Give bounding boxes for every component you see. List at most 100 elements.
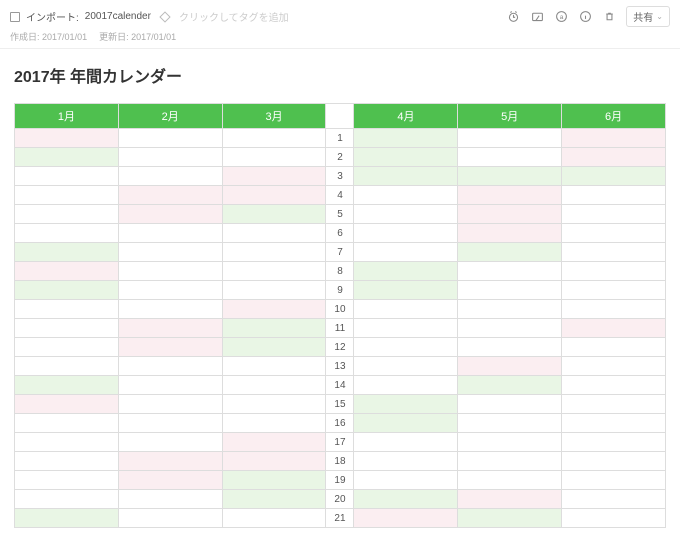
calendar-cell[interactable] xyxy=(15,376,119,395)
calendar-cell[interactable] xyxy=(222,376,326,395)
calendar-cell[interactable] xyxy=(15,262,119,281)
calendar-cell[interactable] xyxy=(458,452,562,471)
calendar-cell[interactable] xyxy=(15,357,119,376)
calendar-cell[interactable] xyxy=(562,205,666,224)
reminder-icon[interactable] xyxy=(506,10,520,24)
calendar-cell[interactable] xyxy=(562,262,666,281)
calendar-cell[interactable] xyxy=(118,490,222,509)
calendar-cell[interactable] xyxy=(222,129,326,148)
calendar-cell[interactable] xyxy=(354,376,458,395)
trash-icon[interactable] xyxy=(602,10,616,24)
present-icon[interactable] xyxy=(530,10,544,24)
calendar-cell[interactable] xyxy=(15,224,119,243)
calendar-cell[interactable] xyxy=(458,395,562,414)
calendar-cell[interactable] xyxy=(15,338,119,357)
calendar-cell[interactable] xyxy=(354,186,458,205)
calendar-cell[interactable] xyxy=(562,129,666,148)
calendar-cell[interactable] xyxy=(15,281,119,300)
calendar-cell[interactable] xyxy=(15,490,119,509)
calendar-cell[interactable] xyxy=(354,509,458,528)
calendar-cell[interactable] xyxy=(222,262,326,281)
calendar-cell[interactable] xyxy=(118,224,222,243)
calendar-cell[interactable] xyxy=(222,338,326,357)
calendar-cell[interactable] xyxy=(118,414,222,433)
calendar-cell[interactable] xyxy=(118,148,222,167)
calendar-cell[interactable] xyxy=(118,376,222,395)
calendar-cell[interactable] xyxy=(354,262,458,281)
calendar-cell[interactable] xyxy=(15,129,119,148)
calendar-cell[interactable] xyxy=(15,414,119,433)
calendar-cell[interactable] xyxy=(222,205,326,224)
calendar-cell[interactable] xyxy=(118,243,222,262)
calendar-cell[interactable] xyxy=(458,281,562,300)
calendar-cell[interactable] xyxy=(458,243,562,262)
calendar-cell[interactable] xyxy=(354,243,458,262)
calendar-cell[interactable] xyxy=(15,319,119,338)
calendar-cell[interactable] xyxy=(354,167,458,186)
calendar-cell[interactable] xyxy=(222,471,326,490)
calendar-cell[interactable] xyxy=(562,452,666,471)
calendar-cell[interactable] xyxy=(118,452,222,471)
annotate-icon[interactable]: a xyxy=(554,10,568,24)
calendar-cell[interactable] xyxy=(458,129,562,148)
calendar-cell[interactable] xyxy=(15,243,119,262)
calendar-cell[interactable] xyxy=(458,319,562,338)
calendar-cell[interactable] xyxy=(118,167,222,186)
calendar-cell[interactable] xyxy=(458,167,562,186)
calendar-cell[interactable] xyxy=(562,414,666,433)
calendar-cell[interactable] xyxy=(354,395,458,414)
calendar-cell[interactable] xyxy=(354,281,458,300)
calendar-cell[interactable] xyxy=(354,224,458,243)
calendar-cell[interactable] xyxy=(458,300,562,319)
calendar-cell[interactable] xyxy=(118,357,222,376)
calendar-cell[interactable] xyxy=(222,167,326,186)
calendar-cell[interactable] xyxy=(562,224,666,243)
calendar-cell[interactable] xyxy=(222,300,326,319)
calendar-cell[interactable] xyxy=(458,509,562,528)
tag-hint[interactable]: クリックしてタグを追加 xyxy=(179,9,289,24)
calendar-cell[interactable] xyxy=(118,129,222,148)
calendar-cell[interactable] xyxy=(562,471,666,490)
calendar-cell[interactable] xyxy=(354,452,458,471)
calendar-cell[interactable] xyxy=(222,281,326,300)
calendar-cell[interactable] xyxy=(458,338,562,357)
calendar-cell[interactable] xyxy=(118,338,222,357)
calendar-cell[interactable] xyxy=(222,357,326,376)
calendar-cell[interactable] xyxy=(15,471,119,490)
calendar-cell[interactable] xyxy=(458,186,562,205)
calendar-cell[interactable] xyxy=(354,319,458,338)
calendar-cell[interactable] xyxy=(562,433,666,452)
calendar-cell[interactable] xyxy=(15,186,119,205)
calendar-cell[interactable] xyxy=(15,452,119,471)
calendar-cell[interactable] xyxy=(15,167,119,186)
calendar-cell[interactable] xyxy=(562,490,666,509)
info-icon[interactable] xyxy=(578,10,592,24)
calendar-cell[interactable] xyxy=(458,148,562,167)
calendar-cell[interactable] xyxy=(562,148,666,167)
calendar-cell[interactable] xyxy=(562,319,666,338)
calendar-cell[interactable] xyxy=(15,205,119,224)
calendar-cell[interactable] xyxy=(222,186,326,205)
calendar-cell[interactable] xyxy=(222,395,326,414)
calendar-cell[interactable] xyxy=(458,262,562,281)
calendar-cell[interactable] xyxy=(354,433,458,452)
calendar-cell[interactable] xyxy=(15,433,119,452)
calendar-cell[interactable] xyxy=(118,395,222,414)
calendar-cell[interactable] xyxy=(458,224,562,243)
calendar-cell[interactable] xyxy=(222,243,326,262)
calendar-cell[interactable] xyxy=(354,129,458,148)
calendar-cell[interactable] xyxy=(354,300,458,319)
calendar-cell[interactable] xyxy=(458,490,562,509)
calendar-cell[interactable] xyxy=(458,357,562,376)
calendar-cell[interactable] xyxy=(222,319,326,338)
calendar-cell[interactable] xyxy=(15,148,119,167)
calendar-cell[interactable] xyxy=(354,338,458,357)
tag-icon[interactable] xyxy=(159,11,170,22)
calendar-cell[interactable] xyxy=(222,224,326,243)
share-button[interactable]: 共有 ⌄ xyxy=(626,6,670,27)
calendar-cell[interactable] xyxy=(562,186,666,205)
calendar-cell[interactable] xyxy=(458,205,562,224)
calendar-cell[interactable] xyxy=(458,433,562,452)
calendar-cell[interactable] xyxy=(15,300,119,319)
calendar-cell[interactable] xyxy=(222,414,326,433)
